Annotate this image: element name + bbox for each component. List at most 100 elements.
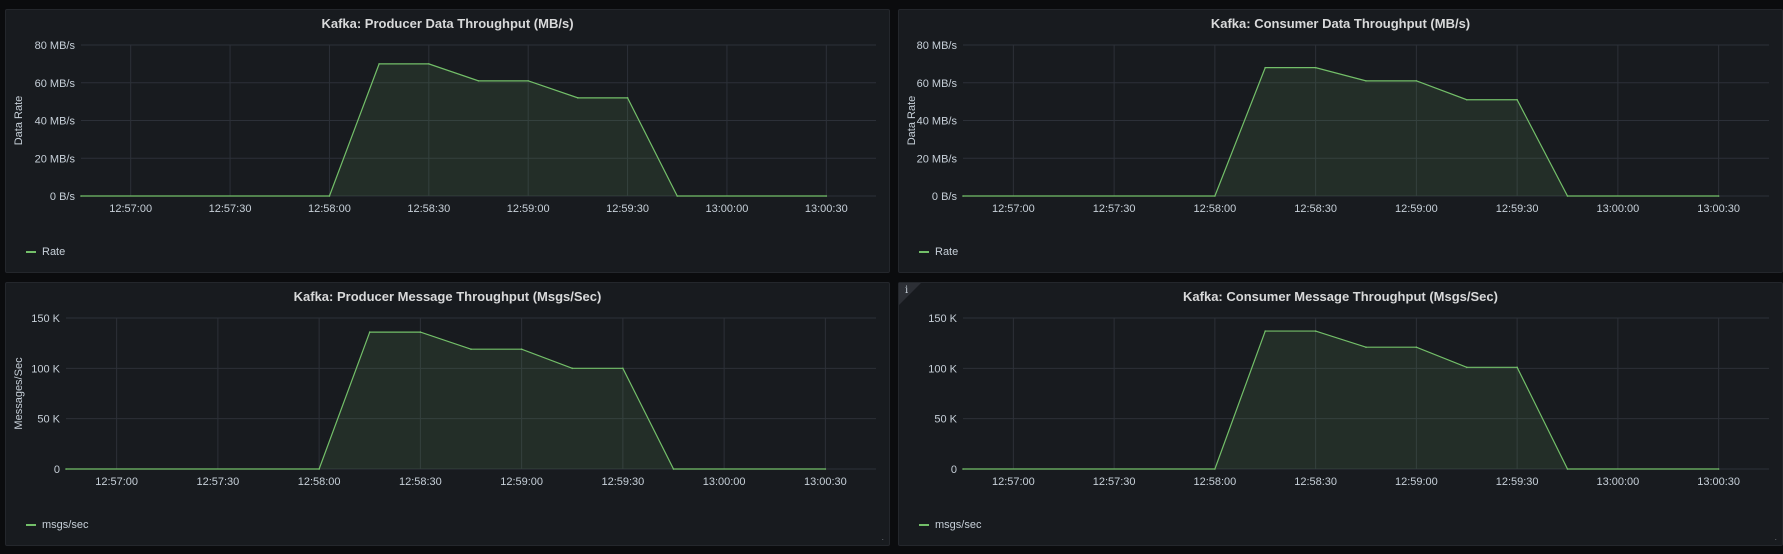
x-tick-label: 13:00:00 — [1596, 476, 1639, 488]
data-point — [520, 348, 523, 351]
y-tick-label: 40 MB/s — [35, 116, 76, 128]
y-tick-label: 100 K — [928, 363, 957, 375]
data-point — [527, 80, 529, 82]
legend[interactable]: Rate — [26, 246, 65, 258]
x-tick-label: 12:59:30 — [601, 476, 644, 488]
data-point — [1264, 66, 1267, 69]
y-tick-label: 60 MB/s — [35, 78, 76, 90]
x-tick-label: 13:00:30 — [805, 203, 848, 215]
data-point — [419, 331, 422, 333]
data-point — [1365, 346, 1367, 348]
data-point — [962, 468, 964, 470]
data-point — [1415, 80, 1418, 82]
x-tick-label: 12:58:00 — [308, 203, 351, 215]
data-point — [672, 468, 675, 470]
legend-swatch — [26, 524, 36, 526]
y-tick-label: 80 MB/s — [35, 40, 76, 52]
data-point — [428, 63, 430, 65]
x-tick-label: 12:57:00 — [109, 203, 152, 215]
data-point — [1415, 346, 1418, 348]
data-point — [1264, 330, 1267, 332]
panel-consumer-data-throughput[interactable]: Kafka: Consumer Data Throughput (MB/s) 0… — [898, 9, 1783, 273]
series-area — [81, 63, 827, 196]
legend[interactable]: msgs/sec — [26, 519, 88, 531]
series-area — [963, 67, 1719, 197]
x-tick-label: 12:57:00 — [95, 476, 138, 488]
x-tick-label: 13:00:30 — [804, 476, 847, 488]
data-point — [378, 63, 380, 65]
data-point — [1465, 98, 1468, 101]
resize-handle[interactable]: . — [881, 532, 884, 542]
data-point — [962, 195, 964, 197]
y-tick-label: 80 MB/s — [917, 40, 958, 52]
legend[interactable]: Rate — [919, 246, 958, 258]
x-tick-label: 12:58:00 — [1193, 476, 1236, 488]
data-point — [1314, 66, 1317, 69]
x-tick-label: 12:57:00 — [992, 203, 1035, 215]
chart: 0 B/s 20 MB/s 40 MB/s 60 MB/s 80 MB/s 12:57:0… — [13, 40, 876, 215]
x-tick-label: 12:59:30 — [1496, 203, 1539, 215]
resize-handle[interactable]: . — [1774, 532, 1777, 542]
x-tick-label: 12:58:00 — [1193, 203, 1236, 215]
data-point — [1465, 366, 1468, 369]
x-tick-label: 12:57:30 — [1093, 203, 1136, 215]
data-point — [1566, 195, 1569, 197]
x-tick-label: 13:00:30 — [1697, 203, 1740, 215]
data-point — [1516, 98, 1518, 101]
x-tick-label: 12:59:00 — [507, 203, 550, 215]
data-point — [1214, 195, 1216, 197]
y-tick-label: 50 K — [37, 414, 60, 426]
data-point — [1516, 366, 1518, 369]
legend-label: Rate — [935, 246, 959, 258]
panel-consumer-message-throughput[interactable]: i Kafka: Consumer Message Throughput (Ms… — [898, 282, 1783, 546]
data-point — [1314, 330, 1317, 332]
data-point — [626, 97, 629, 99]
x-tick-label: 12:59:00 — [500, 476, 543, 488]
x-tick-label: 12:58:30 — [1294, 476, 1337, 488]
legend[interactable]: msgs/sec — [919, 519, 981, 531]
x-tick-label: 12:58:30 — [399, 476, 442, 488]
chart: 0 50 K 100 K 150 K 12:57:00 12:57:30 12:58:00 1… — [928, 313, 1769, 488]
x-tick-label: 12:58:30 — [1294, 203, 1337, 215]
data-point — [1365, 80, 1367, 82]
panel-producer-message-throughput[interactable]: Kafka: Producer Message Throughput (Msgs… — [5, 282, 890, 546]
y-tick-label: 0 — [54, 464, 60, 476]
x-tick-label: 12:59:30 — [606, 203, 649, 215]
series-area — [66, 332, 826, 469]
x-tick-label: 13:00:00 — [703, 476, 746, 488]
x-tick-label: 13:00:30 — [1697, 476, 1740, 488]
chart: 0 B/s 20 MB/s 40 MB/s 60 MB/s 80 MB/s 12:57:0… — [906, 40, 1769, 215]
legend-swatch — [919, 251, 929, 253]
data-point — [470, 348, 472, 351]
x-tick-label: 12:59:30 — [1496, 476, 1539, 488]
x-tick-label: 12:58:00 — [298, 476, 341, 488]
x-tick-label: 13:00:00 — [706, 203, 749, 215]
data-point — [1717, 468, 1720, 470]
chart: 0 50 K 100 K 150 K 12:57:00 12:57:30 12:58:00 1… — [13, 313, 876, 488]
y-axis-label: Messages/Sec — [13, 357, 25, 430]
y-tick-label: 20 MB/s — [917, 153, 958, 165]
y-axis-label: Data Rate — [13, 96, 25, 146]
x-tick-label: 12:57:00 — [992, 476, 1035, 488]
data-point — [824, 468, 827, 470]
data-point — [577, 97, 579, 99]
data-point — [318, 468, 320, 470]
panel-producer-data-throughput[interactable]: Kafka: Producer Data Throughput (MB/s) 0… — [5, 9, 890, 273]
data-point — [368, 331, 371, 333]
y-tick-label: 50 K — [934, 414, 957, 426]
x-tick-label: 12:57:30 — [209, 203, 252, 215]
y-tick-label: 0 B/s — [932, 191, 958, 203]
legend-label: msgs/sec — [42, 519, 89, 531]
x-tick-label: 12:59:00 — [1395, 476, 1438, 488]
x-tick-label: 12:57:30 — [196, 476, 239, 488]
data-point — [571, 367, 574, 370]
data-point — [328, 195, 331, 197]
y-tick-label: 150 K — [928, 313, 957, 325]
data-point — [1214, 468, 1216, 470]
legend-label: msgs/sec — [935, 519, 982, 531]
x-tick-label: 12:59:00 — [1395, 203, 1438, 215]
data-point — [622, 367, 624, 370]
y-tick-label: 0 — [951, 464, 957, 476]
y-tick-label: 60 MB/s — [917, 78, 958, 90]
data-point — [676, 195, 679, 197]
